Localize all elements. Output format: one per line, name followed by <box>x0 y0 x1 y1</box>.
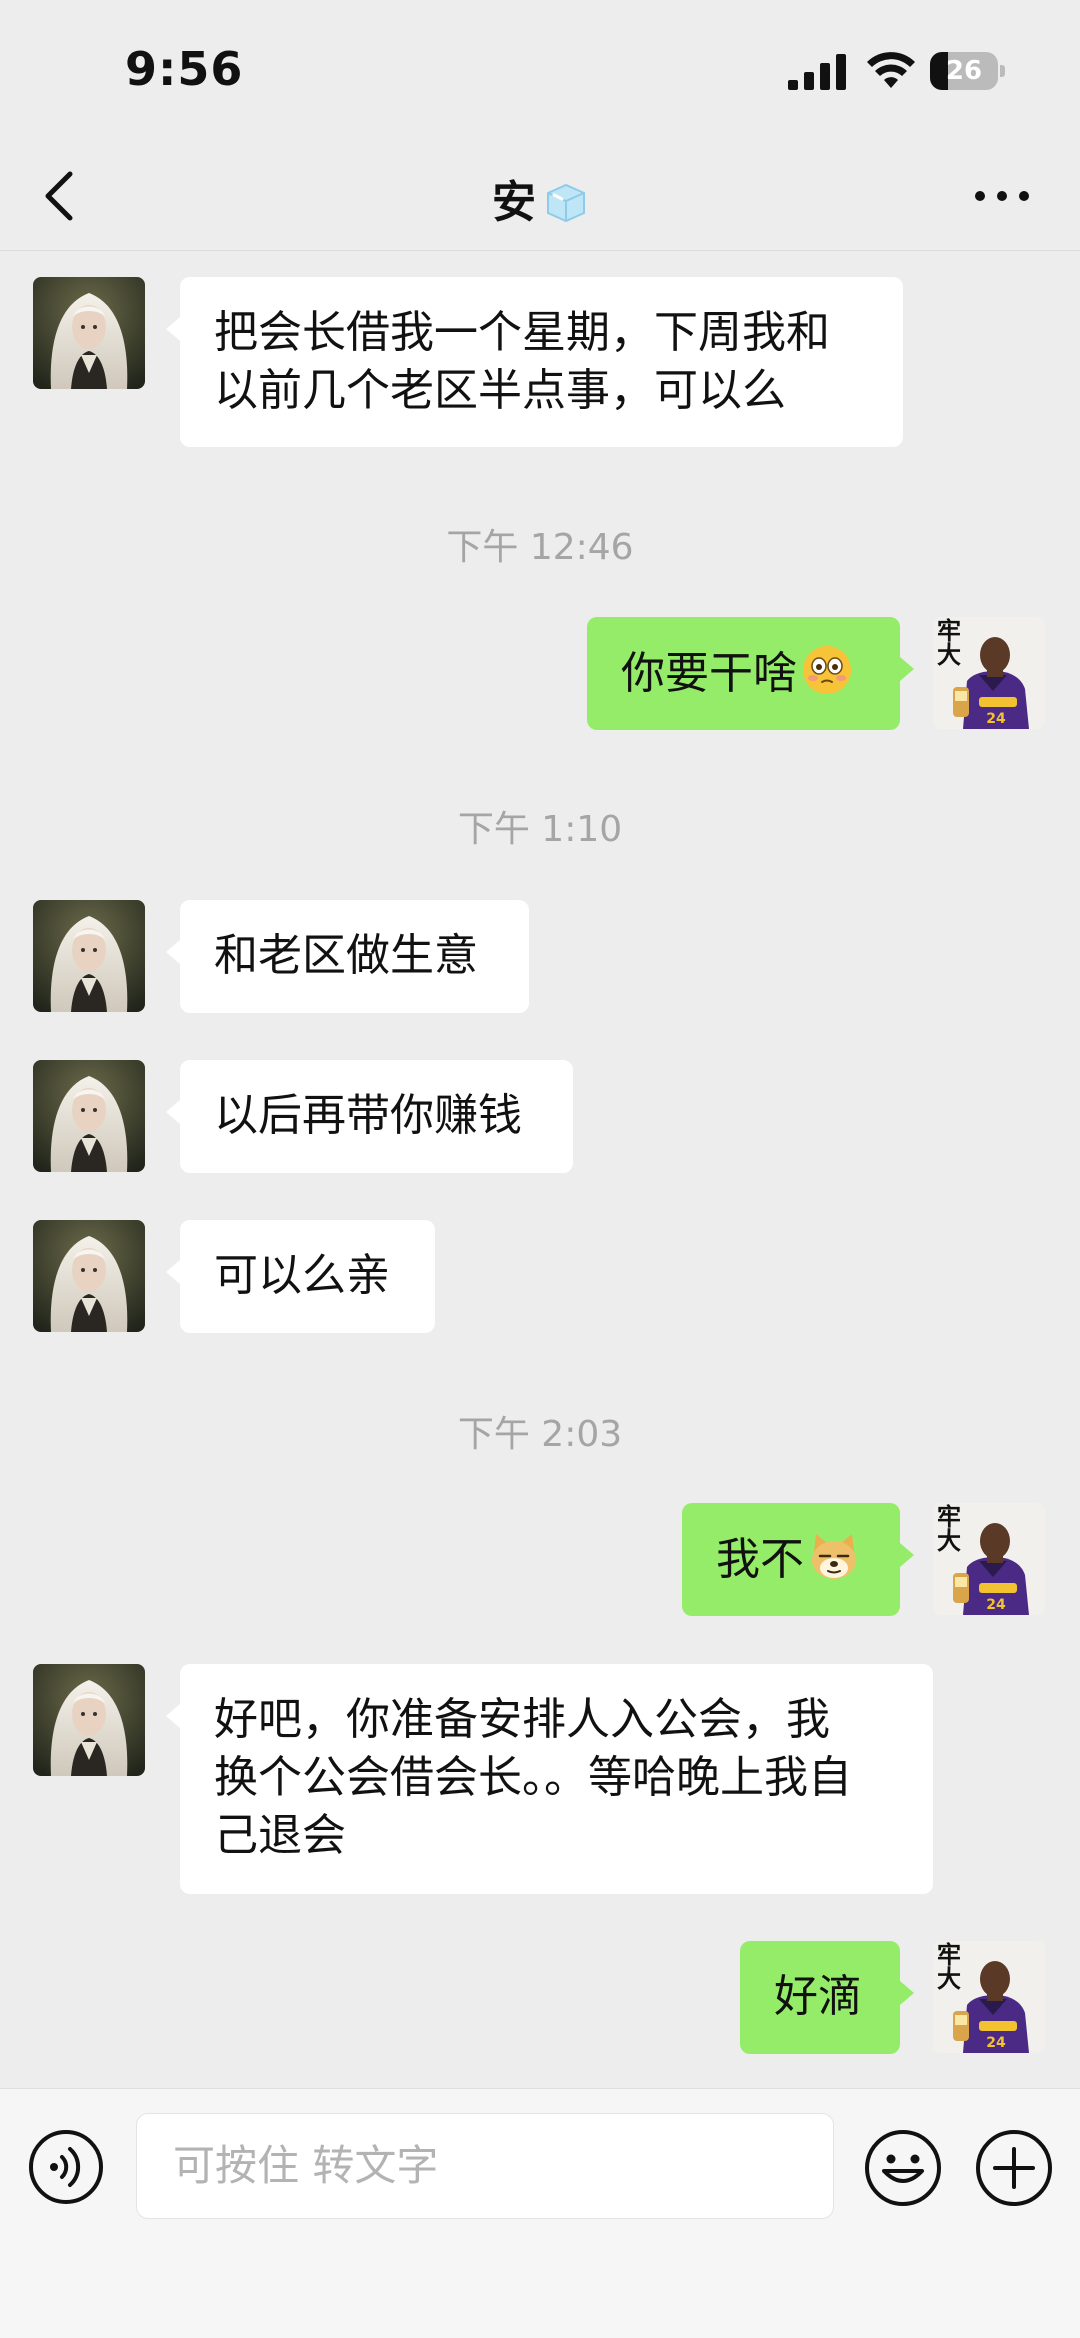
more-icon[interactable] <box>972 184 1032 208</box>
emoji-icon[interactable] <box>864 2129 942 2207</box>
status-bar: 9:56 26 <box>0 0 1080 140</box>
message-timestamp: 下午 2:03 <box>457 1414 623 1455</box>
message-line: 己退会 <box>214 1810 346 1861</box>
message-line: 换个公会借会长。。等哈晚上我自 <box>214 1752 852 1803</box>
chat-title[interactable]: 安 <box>0 166 1080 230</box>
message-text: 以后再带你赚钱 <box>214 1090 522 1141</box>
my-avatar[interactable]: 牢大 <box>933 617 1045 729</box>
chat-header: 安 <box>0 140 1080 251</box>
outgoing-message[interactable]: 好滴 <box>740 1941 914 2054</box>
contact-avatar[interactable] <box>33 900 145 1012</box>
message-line: 以前几个老区半点事，可以么 <box>214 365 786 416</box>
incoming-message[interactable]: 把会长借我一个星期，下周我和 以前几个老区半点事，可以么 <box>166 277 903 447</box>
message-text: 你要干啥 <box>621 648 797 699</box>
plus-icon[interactable] <box>975 2129 1053 2207</box>
message-timestamp: 下午 1:10 <box>457 809 623 850</box>
message-text: 和老区做生意 <box>214 930 478 981</box>
ice-cube-icon <box>547 183 585 223</box>
doge-emoji <box>812 1534 856 1579</box>
incoming-message[interactable]: 好吧，你准备安排人入公会，我 换个公会借会长。。等哈晚上我自 己退会 <box>166 1664 933 1894</box>
status-time: 9:56 <box>125 42 244 96</box>
input-bar: 可按住 转文字 <box>0 2088 1080 2338</box>
incoming-message[interactable]: 可以么亲 <box>166 1220 435 1333</box>
flushed-face-emoji <box>803 646 851 694</box>
avatar-caption: 牢大 <box>937 1503 961 1555</box>
message-text: 我不 <box>716 1534 804 1585</box>
voice-input-icon[interactable] <box>28 2129 104 2205</box>
message-input[interactable]: 可按住 转文字 <box>136 2113 834 2219</box>
avatar-caption: 牢大 <box>937 617 961 669</box>
battery-level: 26 <box>945 56 983 86</box>
my-avatar[interactable]: 牢大 <box>933 1941 1045 2053</box>
message-text: 可以么亲 <box>214 1250 390 1301</box>
my-avatar[interactable]: 牢大 <box>933 1503 1045 1615</box>
incoming-message[interactable]: 和老区做生意 <box>166 900 529 1013</box>
message-text: 好滴 <box>774 1971 862 2022</box>
contact-avatar[interactable] <box>33 1060 145 1172</box>
contact-avatar[interactable] <box>33 1220 145 1332</box>
avatar-caption: 牢大 <box>937 1941 961 1993</box>
cellular-signal-icon <box>788 54 846 90</box>
battery-icon: 26 <box>930 52 1006 92</box>
message-timestamp: 下午 12:46 <box>446 527 634 568</box>
contact-name: 安 <box>492 177 536 228</box>
message-line: 好吧，你准备安排人入公会，我 <box>214 1694 830 1745</box>
contact-avatar[interactable] <box>33 277 145 389</box>
outgoing-message[interactable]: 我不 <box>682 1503 914 1616</box>
outgoing-message[interactable]: 你要干啥 <box>587 617 914 730</box>
incoming-message[interactable]: 以后再带你赚钱 <box>166 1060 573 1173</box>
contact-avatar[interactable] <box>33 1664 145 1776</box>
wifi-icon <box>867 52 915 88</box>
message-line: 把会长借我一个星期，下周我和 <box>214 307 830 358</box>
